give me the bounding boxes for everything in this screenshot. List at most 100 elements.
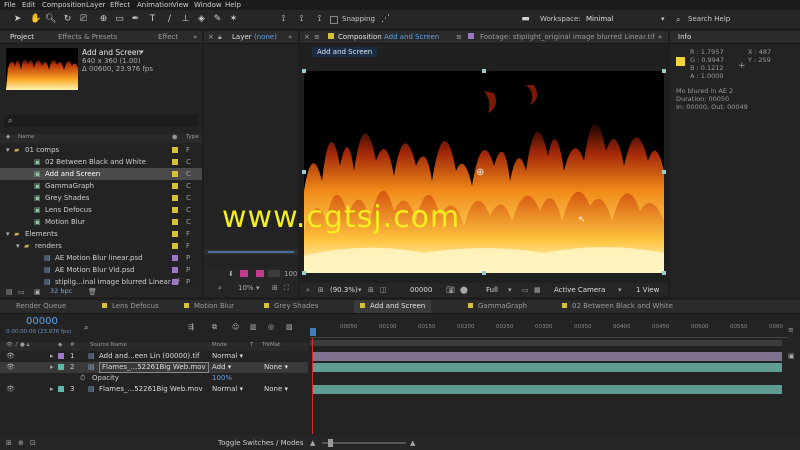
handle-bl[interactable] bbox=[302, 271, 306, 275]
selection-tool-icon[interactable]: ➤ bbox=[12, 14, 23, 25]
delete-icon[interactable]: 🗑︎ bbox=[88, 288, 97, 296]
timeline-tab[interactable]: Motion Blur bbox=[178, 300, 240, 313]
label-color-swatch[interactable] bbox=[172, 279, 178, 285]
info-panel-title[interactable]: Info bbox=[678, 33, 691, 41]
column-mode[interactable]: Mode bbox=[212, 342, 227, 348]
label-color-swatch[interactable] bbox=[172, 231, 178, 237]
project-item[interactable]: ▾ ▰ renders F bbox=[0, 240, 202, 252]
eraser-tool-icon[interactable]: ◈ bbox=[196, 14, 207, 25]
axis-local-icon[interactable]: ⟟ bbox=[278, 14, 289, 25]
layer-panel-title[interactable]: Layer bbox=[232, 33, 252, 41]
pin-icon[interactable]: ⬇ bbox=[228, 270, 234, 278]
timeline-tab[interactable]: Lens Defocus bbox=[96, 300, 165, 313]
shy-layers-icon[interactable]: ☺ bbox=[232, 323, 239, 331]
handle-ml[interactable] bbox=[302, 170, 306, 174]
layer-row[interactable]: 👁︎ ▸ 2 ▤ Flames_...52261Big Web.mov Add ▾ None… bbox=[0, 362, 308, 373]
expand-arrow-icon[interactable]: ▸ bbox=[50, 362, 54, 373]
clone-tool-icon[interactable]: ⊥ bbox=[180, 14, 191, 25]
comp-viewer[interactable]: ⊕ ↖ bbox=[304, 71, 664, 273]
eye-icon[interactable]: 👁︎ bbox=[6, 351, 15, 362]
menu-animation[interactable]: Animation bbox=[137, 0, 173, 10]
project-item[interactable]: ▣ GammaGraph C bbox=[0, 180, 202, 192]
workspace-dropdown-icon[interactable]: ▾ bbox=[661, 15, 665, 23]
label-color-swatch[interactable] bbox=[172, 147, 178, 153]
new-comp-icon[interactable]: ▣ bbox=[34, 288, 41, 296]
label-color-swatch[interactable] bbox=[172, 243, 178, 249]
zoom-dropdown-icon[interactable]: ▾ bbox=[358, 286, 362, 294]
menu-edit[interactable]: Edit bbox=[22, 0, 36, 10]
pan-behind-tool-icon[interactable]: ⊕ bbox=[98, 14, 109, 25]
expand-arrow-icon[interactable]: ▸ bbox=[50, 384, 54, 395]
handle-bc[interactable] bbox=[482, 271, 486, 275]
layer-trkmat-select[interactable]: None ▾ bbox=[264, 384, 288, 395]
layer-label-color[interactable] bbox=[58, 386, 64, 392]
menu-effect[interactable]: Effect bbox=[110, 0, 130, 10]
zoom-tool-icon[interactable]: 🔍︎ bbox=[45, 14, 56, 25]
mask-visibility-icon[interactable]: ◫ bbox=[380, 286, 387, 294]
panel-expand-icon[interactable]: » bbox=[288, 33, 292, 41]
label-color-swatch[interactable] bbox=[172, 183, 178, 189]
project-item[interactable]: ▣ Add and Screen C bbox=[0, 168, 202, 180]
workspace-select[interactable]: Minimal bbox=[586, 15, 666, 23]
motion-blur-icon[interactable]: ◎ bbox=[268, 323, 274, 331]
comp-breadcrumb[interactable]: Add and Screen bbox=[312, 47, 378, 57]
grid-icon[interactable]: ⊞ bbox=[272, 284, 278, 292]
workspace-icon[interactable]: ▬ bbox=[520, 14, 531, 25]
toggle-switches-modes[interactable]: Toggle Switches / Modes bbox=[218, 439, 303, 447]
handle-br[interactable] bbox=[662, 271, 666, 275]
preview-menu-icon[interactable]: ▾ bbox=[140, 48, 144, 56]
layer-zoom-value[interactable]: 10% bbox=[238, 284, 254, 292]
layer-label-color[interactable] bbox=[58, 364, 64, 370]
label-color-swatch[interactable] bbox=[172, 219, 178, 225]
timeline-search-icon[interactable]: ⌕ bbox=[84, 323, 88, 333]
close-icon[interactable]: × bbox=[304, 33, 310, 41]
roto-brush-tool-icon[interactable]: ✎ bbox=[212, 14, 223, 25]
comp-resolution[interactable]: Full bbox=[486, 286, 498, 294]
work-area-bar[interactable] bbox=[310, 340, 782, 346]
menu-view[interactable]: View bbox=[172, 0, 189, 10]
column-source-name[interactable]: Source Name bbox=[90, 342, 127, 348]
layer-mode-select[interactable]: Add ▾ bbox=[212, 362, 231, 373]
brush-tool-icon[interactable]: ∕ bbox=[164, 14, 175, 25]
axis-view-icon[interactable]: ⟟ bbox=[314, 14, 325, 25]
panel-expand-icon[interactable]: » bbox=[658, 33, 662, 41]
timeline-zoom-handle[interactable] bbox=[328, 439, 333, 447]
layer-duration-bar[interactable] bbox=[312, 363, 782, 372]
comp-button-icon[interactable]: ▣ bbox=[788, 352, 795, 360]
magnifier-icon[interactable]: ⌕ bbox=[218, 284, 222, 293]
eye-icon[interactable]: 👁︎ bbox=[6, 384, 15, 395]
tab-effects-presets[interactable]: Effects & Presets bbox=[52, 31, 123, 43]
rotate-tool-icon[interactable]: ↻ bbox=[62, 14, 73, 25]
interpret-footage-icon[interactable]: ▤ bbox=[6, 288, 13, 296]
layer-timeline-bar[interactable] bbox=[204, 249, 298, 255]
column-type[interactable]: Type bbox=[186, 134, 199, 140]
disclosure-triangle-icon[interactable]: ▾ bbox=[6, 228, 10, 240]
footage-tab[interactable]: Footage: stiplight_original image blurre… bbox=[480, 33, 655, 41]
layer-label-color[interactable] bbox=[58, 353, 64, 359]
timeline-tab[interactable]: Grey Shades bbox=[258, 300, 324, 313]
project-item[interactable]: ▾ ▰ Elements F bbox=[0, 228, 202, 240]
project-item[interactable]: ▤ AE Motion Blur linear.psd P bbox=[0, 252, 202, 264]
region-of-interest-icon[interactable]: ▭ bbox=[522, 286, 529, 294]
opacity-value[interactable]: 100% bbox=[212, 373, 232, 384]
camera-dropdown-icon[interactable]: ▾ bbox=[618, 286, 622, 294]
layer-mode-select[interactable]: Normal ▾ bbox=[212, 384, 243, 395]
show-channel-icon[interactable]: ⬤ bbox=[460, 286, 468, 294]
menu-window[interactable]: Window bbox=[194, 0, 222, 10]
search-help-icon[interactable]: ⌕ bbox=[676, 15, 680, 25]
resolution-dropdown-icon[interactable]: ▾ bbox=[508, 286, 512, 294]
expand-layer-switches-icon[interactable]: ⊞ bbox=[6, 439, 12, 447]
layer-source-name[interactable]: Flames_...52261Big Web.mov bbox=[99, 362, 209, 373]
handle-mr[interactable] bbox=[662, 170, 666, 174]
lock-icon[interactable]: 🔒︎ bbox=[218, 33, 222, 42]
time-ruler[interactable]: 00050 00100 00150 00200 00250 00300 00350 00400… bbox=[310, 324, 788, 338]
label-color-swatch[interactable] bbox=[172, 171, 178, 177]
stopwatch-icon[interactable]: ⏱︎ bbox=[80, 373, 85, 384]
comp-camera[interactable]: Active Camera bbox=[554, 286, 605, 294]
graph-editor-icon[interactable]: ▨ bbox=[286, 323, 293, 331]
project-search-input[interactable]: ⌕ bbox=[4, 115, 198, 127]
mask-tool-icon[interactable]: ▭ bbox=[114, 14, 125, 25]
current-time-indicator[interactable] bbox=[310, 328, 316, 336]
comp-timecode[interactable]: 00000 bbox=[410, 286, 432, 294]
label-color-swatch[interactable] bbox=[172, 255, 178, 261]
